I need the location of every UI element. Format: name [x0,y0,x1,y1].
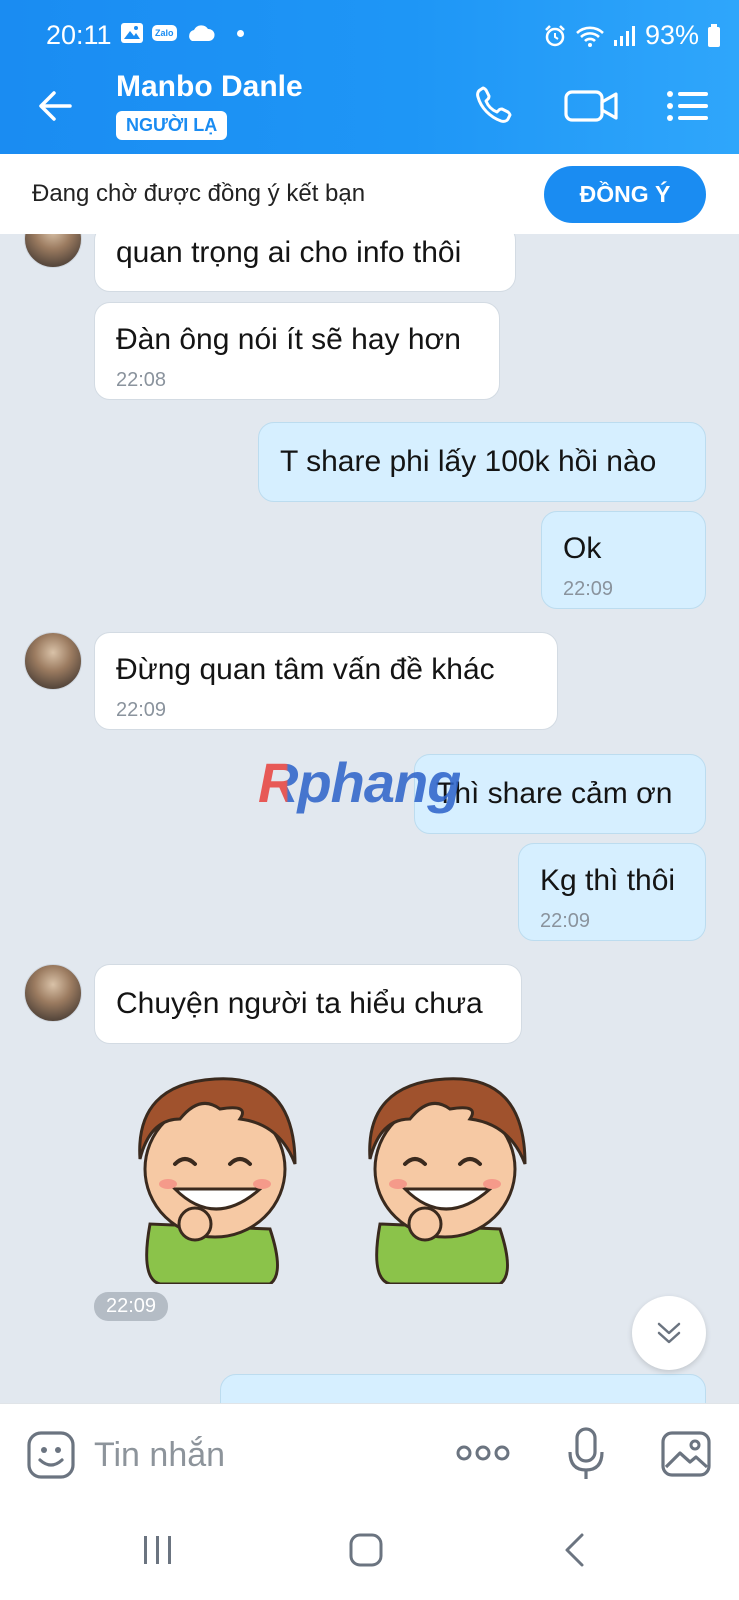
status-right-icons: 93% [543,20,721,51]
message-bubble[interactable]: Đàn ông nói ít sẽ hay hơn 22:08 [94,302,500,400]
friend-request-text: Đang chờ được đồng ý kết bạn [32,180,366,207]
message-text: quan trọng ai cho info thôi [116,236,462,269]
accept-friend-button[interactable]: ĐỒNG Ý [544,166,706,223]
message-text: Ok [563,532,602,565]
sticker-grinning-boy[interactable] [120,1064,310,1284]
message-bubble-partial[interactable] [220,1374,706,1403]
battery-icon [708,23,720,47]
message-time: 22:09 [540,910,591,932]
menu-icon[interactable] [664,80,712,132]
emoji-icon[interactable] [26,1430,76,1480]
system-navbar [0,1503,739,1600]
chat-area[interactable]: quan trọng ai cho info thôi Đàn ông nói … [0,234,739,1403]
video-call-icon[interactable] [562,80,622,132]
cloud-icon [188,25,215,41]
status-bar: 20:11 Zalo 93% [0,0,739,56]
message-time: 22:08 [116,369,167,391]
message-bubble[interactable]: T share phi lấy 100k hồi nào [258,422,706,502]
sticker-grinning-boy[interactable] [350,1064,540,1284]
message-input[interactable] [94,1432,414,1478]
message-text: Đừng quan tâm vấn đề khác [116,653,495,686]
message-bubble[interactable]: Ok 22:09 [541,511,706,609]
message-text: Kg thì thôi [540,864,676,897]
watermark-logo: Rphang [258,751,461,814]
message-composer [0,1403,739,1503]
chat-header: 20:11 Zalo 93% Manbo Danle NGƯỜI LẠ [0,0,739,154]
back-arrow-icon[interactable] [30,80,82,132]
stranger-badge: NGƯỜI LẠ [116,111,228,140]
message-time: 22:09 [563,578,614,600]
status-time: 20:11 [46,20,112,50]
phone-icon[interactable] [468,80,520,132]
message-text: Đàn ông nói ít sẽ hay hơn [116,323,461,356]
message-time: 22:09 [116,699,167,721]
wifi-icon [576,26,604,47]
message-text: Chuyện người ta hiểu chưa [116,987,483,1020]
alarm-icon [545,24,565,46]
message-text: T share phi lấy 100k hồi nào [280,445,657,478]
status-left-icons: Zalo [120,22,244,44]
microphone-icon[interactable] [566,1426,606,1482]
signal-icon [613,25,635,46]
double-chevron-down-icon [657,1322,681,1344]
avatar[interactable] [24,234,82,268]
battery-percentage: 93% [644,20,699,50]
contact-name[interactable]: Manbo Danle [116,70,303,104]
image-icon[interactable] [660,1429,712,1479]
zalo-icon: Zalo [152,25,177,41]
avatar[interactable] [24,632,82,690]
back-icon[interactable] [544,1525,604,1575]
message-bubble[interactable]: Chuyện người ta hiểu chưa [94,964,522,1044]
more-icon[interactable] [455,1438,511,1468]
avatar[interactable] [24,964,82,1022]
dot-icon [236,29,244,37]
message-bubble[interactable]: Đừng quan tâm vấn đề khác 22:09 [94,632,558,730]
message-bubble[interactable]: Kg thì thôi 22:09 [518,843,706,941]
gallery-icon [121,23,143,43]
home-icon[interactable] [336,1525,396,1575]
scroll-to-bottom-button[interactable] [632,1296,706,1370]
message-text: Thì share cảm ơn [436,777,673,810]
message-bubble[interactable]: quan trọng ai cho info thôi [94,234,516,292]
recent-apps-icon[interactable] [128,1525,188,1575]
sticker-time: 22:09 [94,1292,169,1321]
